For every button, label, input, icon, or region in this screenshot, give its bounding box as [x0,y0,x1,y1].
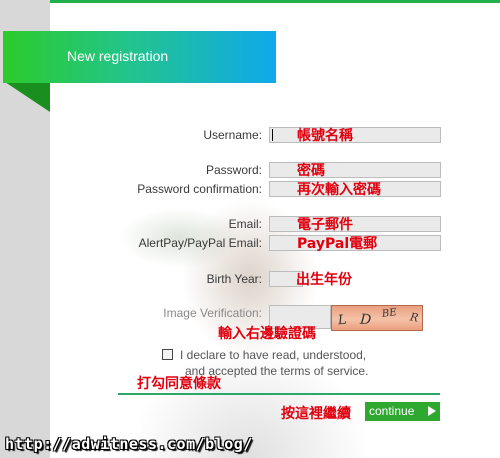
password-confirmation-annotation: 再次輸入密碼 [297,182,381,198]
password-label: Password: [205,163,262,177]
divider [118,393,440,395]
continue-button[interactable]: continue [365,402,440,421]
banner-fold [5,82,50,112]
paypal-annotation-prefix: PayPal [297,236,350,252]
continue-label: continue [369,404,415,418]
continue-annotation: 按這裡繼續 [281,406,351,422]
username-input[interactable] [269,127,441,143]
email-label: Email: [228,217,262,231]
password-input[interactable] [269,162,441,178]
text-caret [272,129,273,141]
terms-annotation: 打勾同意條款 [137,376,221,392]
captcha-char: R [408,310,420,325]
birth-year-annotation: 出生年份 [296,272,352,288]
page-title: New registration [67,48,169,64]
captcha-char: BE [381,307,398,320]
play-arrow-icon [428,406,436,416]
image-verification-label: Image Verification: [163,306,262,320]
birth-year-label: Birth Year: [206,272,262,286]
password-annotation: 密碼 [297,163,325,179]
captcha-char: L [337,312,348,329]
terms-line: I declare to have read, understood, [180,348,367,362]
terms-checkbox[interactable] [162,349,173,360]
paypal-annotation-suffix: 電郵 [349,236,378,252]
password-confirmation-label: Password confirmation: [137,182,262,196]
captcha-char: D [359,311,372,329]
registration-banner: New registration [3,31,276,83]
paypal-email-annotation: PayPal電郵 [297,233,377,253]
email-input[interactable] [269,216,441,232]
paypal-email-label: AlertPay/PayPal Email: [138,236,262,250]
username-label: Username: [203,128,262,142]
image-verification-annotation: 輸入右邊驗證碼 [218,326,316,342]
captcha-image: L D BE R [331,305,423,331]
watermark-url: http://adwitness.com/blog/ [5,435,253,453]
username-annotation: 帳號名稱 [297,128,353,144]
email-annotation: 電子郵件 [297,217,353,233]
